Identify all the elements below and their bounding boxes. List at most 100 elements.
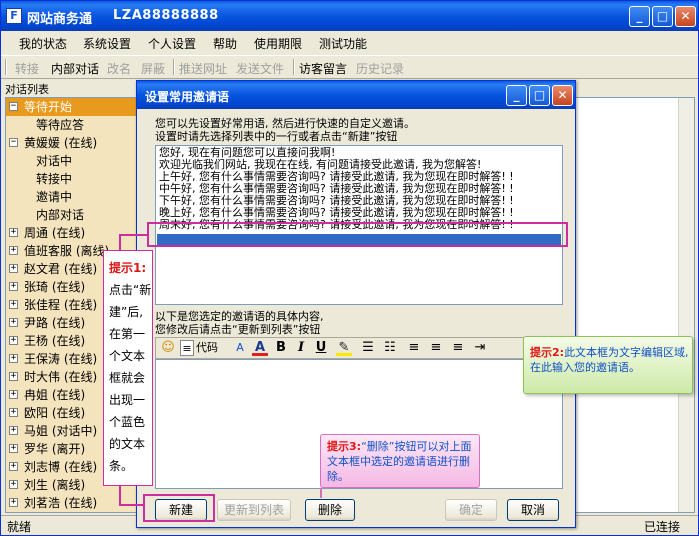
toolbar-separator xyxy=(293,59,295,75)
tip1-connector xyxy=(119,234,149,236)
tree-group-item[interactable]: + 周通 (在线) xyxy=(6,224,146,242)
status-connection: 已连接 xyxy=(643,520,680,534)
menu-system-settings[interactable]: 系统设置 xyxy=(83,35,131,52)
maximize-icon: □ xyxy=(656,9,669,23)
tree-item-label: 王保涛 (在线) xyxy=(24,352,98,366)
tree-item-label: 邀请中 xyxy=(36,190,73,204)
source-code-icon[interactable]: ≡ xyxy=(180,340,194,356)
toolbar-history[interactable]: 历史记录 xyxy=(356,60,404,77)
tree-group-item[interactable]: − 黄媛媛 (在线) xyxy=(6,134,146,152)
tree-child-item[interactable]: 等待应答 xyxy=(6,116,146,134)
main-toolbar: 转接 内部对话 改名 屏蔽 推送网址 发送文件 访客留言 历史记录 xyxy=(1,55,698,79)
update-to-list-button[interactable]: 更新到列表 xyxy=(217,499,291,521)
tree-item-label: 对话中 xyxy=(36,154,73,168)
toolbar-push-url[interactable]: 推送网址 xyxy=(179,60,227,77)
account-id: LZA88888888 xyxy=(113,8,219,23)
font-color-icon[interactable]: A xyxy=(252,340,268,356)
close-button[interactable]: ✕ xyxy=(675,6,696,27)
expand-icon[interactable]: + xyxy=(9,300,18,309)
expand-icon[interactable]: + xyxy=(9,480,18,489)
dialog-title: 设置常用邀请语 xyxy=(145,90,230,104)
expand-icon[interactable]: + xyxy=(9,336,18,345)
bold-icon[interactable]: B xyxy=(274,340,288,356)
tip1-callout: 提示1: 点击“新建”后, 在第一个文本框就会出现一个蓝色的文本条。 xyxy=(103,250,153,486)
expand-icon[interactable]: + xyxy=(9,408,18,417)
tree-child-item[interactable]: 内部对话 xyxy=(6,206,146,224)
tree-item-label: 等待开始 xyxy=(24,100,73,114)
tree-item-label: 赵文君 (在线) xyxy=(24,262,98,276)
expand-icon[interactable]: + xyxy=(9,390,18,399)
underline-icon[interactable]: U xyxy=(314,340,328,356)
editor-description-1: 以下是您选定的邀请语的具体内容, xyxy=(155,310,324,323)
menu-my-status[interactable]: 我的状态 xyxy=(19,35,67,52)
expand-icon[interactable]: + xyxy=(9,318,18,327)
toolbar-block[interactable]: 屏蔽 xyxy=(141,60,165,77)
align-center-icon[interactable]: ≡ xyxy=(428,340,444,356)
expand-icon[interactable]: + xyxy=(9,282,18,291)
ordered-list-icon[interactable]: ☰ xyxy=(360,340,376,356)
dialog-minimize-button[interactable]: _ xyxy=(506,85,527,106)
toolbar-send-file[interactable]: 发送文件 xyxy=(236,60,284,77)
tree-group-item[interactable]: + 刘茗浩 (在线) xyxy=(6,494,146,512)
expand-icon[interactable]: + xyxy=(9,354,18,363)
collapse-icon[interactable]: − xyxy=(9,102,18,111)
tree-item-label: 冉姐 (在线) xyxy=(24,388,86,402)
dialog-titlebar[interactable]: 设置常用邀请语 _ □ ✕ xyxy=(137,81,575,109)
highlight-icon[interactable]: ✎ xyxy=(336,340,352,356)
toolbar-transfer[interactable]: 转接 xyxy=(15,60,39,77)
menu-help[interactable]: 帮助 xyxy=(213,35,237,52)
tree-child-item[interactable]: 邀请中 xyxy=(6,188,146,206)
maximize-icon: □ xyxy=(533,88,546,102)
tip2-title: 提示2: xyxy=(530,346,565,359)
expand-icon[interactable]: + xyxy=(9,426,18,435)
tree-child-item[interactable]: 转接中 xyxy=(6,170,146,188)
menu-usage-period[interactable]: 使用期限 xyxy=(254,35,302,52)
unordered-list-icon[interactable]: ☷ xyxy=(382,340,398,356)
align-left-icon[interactable]: ≡ xyxy=(406,340,422,356)
vertical-scrollbar[interactable] xyxy=(678,98,694,512)
app-logo-icon: F xyxy=(6,8,22,24)
expand-icon[interactable]: + xyxy=(9,228,18,237)
indent-icon[interactable]: ⇥ xyxy=(472,340,488,356)
tree-group-item[interactable]: − 等待开始 xyxy=(6,98,146,116)
tip1-connector xyxy=(119,485,121,505)
italic-icon[interactable]: I xyxy=(294,340,308,356)
tree-item-label: 尹路 (在线) xyxy=(24,316,86,330)
delete-button[interactable]: 删除 xyxy=(305,499,355,521)
tree-item-label: 张佳程 (在线) xyxy=(24,298,98,312)
dialog-maximize-button[interactable]: □ xyxy=(529,85,550,106)
toolbar-visitor-messages[interactable]: 访客留言 xyxy=(299,60,347,77)
main-titlebar[interactable]: F 网站商务通 LZA88888888 _ □ ✕ xyxy=(1,1,698,31)
dialog-close-button[interactable]: ✕ xyxy=(552,85,573,106)
tree-item-label: 张琦 (在线) xyxy=(24,280,86,294)
menu-test-function[interactable]: 测试功能 xyxy=(319,35,367,52)
expand-icon[interactable]: + xyxy=(9,498,18,507)
close-icon: ✕ xyxy=(557,88,568,102)
menu-personal-settings[interactable]: 个人设置 xyxy=(148,35,196,52)
tree-item-label: 转接中 xyxy=(36,172,73,186)
minimize-button[interactable]: _ xyxy=(629,6,650,27)
maximize-button[interactable]: □ xyxy=(652,6,673,27)
expand-icon[interactable]: + xyxy=(9,372,18,381)
expand-icon[interactable]: + xyxy=(9,462,18,471)
ok-button[interactable]: 确定 xyxy=(445,499,497,521)
tree-child-item[interactable]: 对话中 xyxy=(6,152,146,170)
expand-icon[interactable]: + xyxy=(9,264,18,273)
emoticon-icon[interactable]: ☺ xyxy=(160,340,176,356)
toolbar-rename[interactable]: 改名 xyxy=(107,60,131,77)
tree-item-label: 值班客服 (离线) xyxy=(24,244,110,258)
menu-bar: 我的状态 系统设置 个人设置 帮助 使用期限 测试功能 xyxy=(1,31,698,53)
tree-item-label: 内部对话 xyxy=(36,208,85,222)
tip1-body: 点击“新建”后, 在第一个文本框就会出现一个蓝色的文本条。 xyxy=(109,283,152,473)
editor-description-2: 您修改后请点击“更新到列表”按钮 xyxy=(155,323,321,336)
tip3-connector xyxy=(320,488,322,498)
cancel-button[interactable]: 取消 xyxy=(507,499,559,521)
expand-icon[interactable]: + xyxy=(9,444,18,453)
expand-icon[interactable]: + xyxy=(9,246,18,255)
tree-item-label: 马姐 (对话中) xyxy=(24,424,98,438)
font-size-icon[interactable]: A xyxy=(232,340,248,356)
align-right-icon[interactable]: ≡ xyxy=(450,340,466,356)
toolbar-internal-chat[interactable]: 内部对话 xyxy=(51,60,99,77)
collapse-icon[interactable]: − xyxy=(9,138,18,147)
code-button[interactable]: 代码 xyxy=(196,340,218,356)
